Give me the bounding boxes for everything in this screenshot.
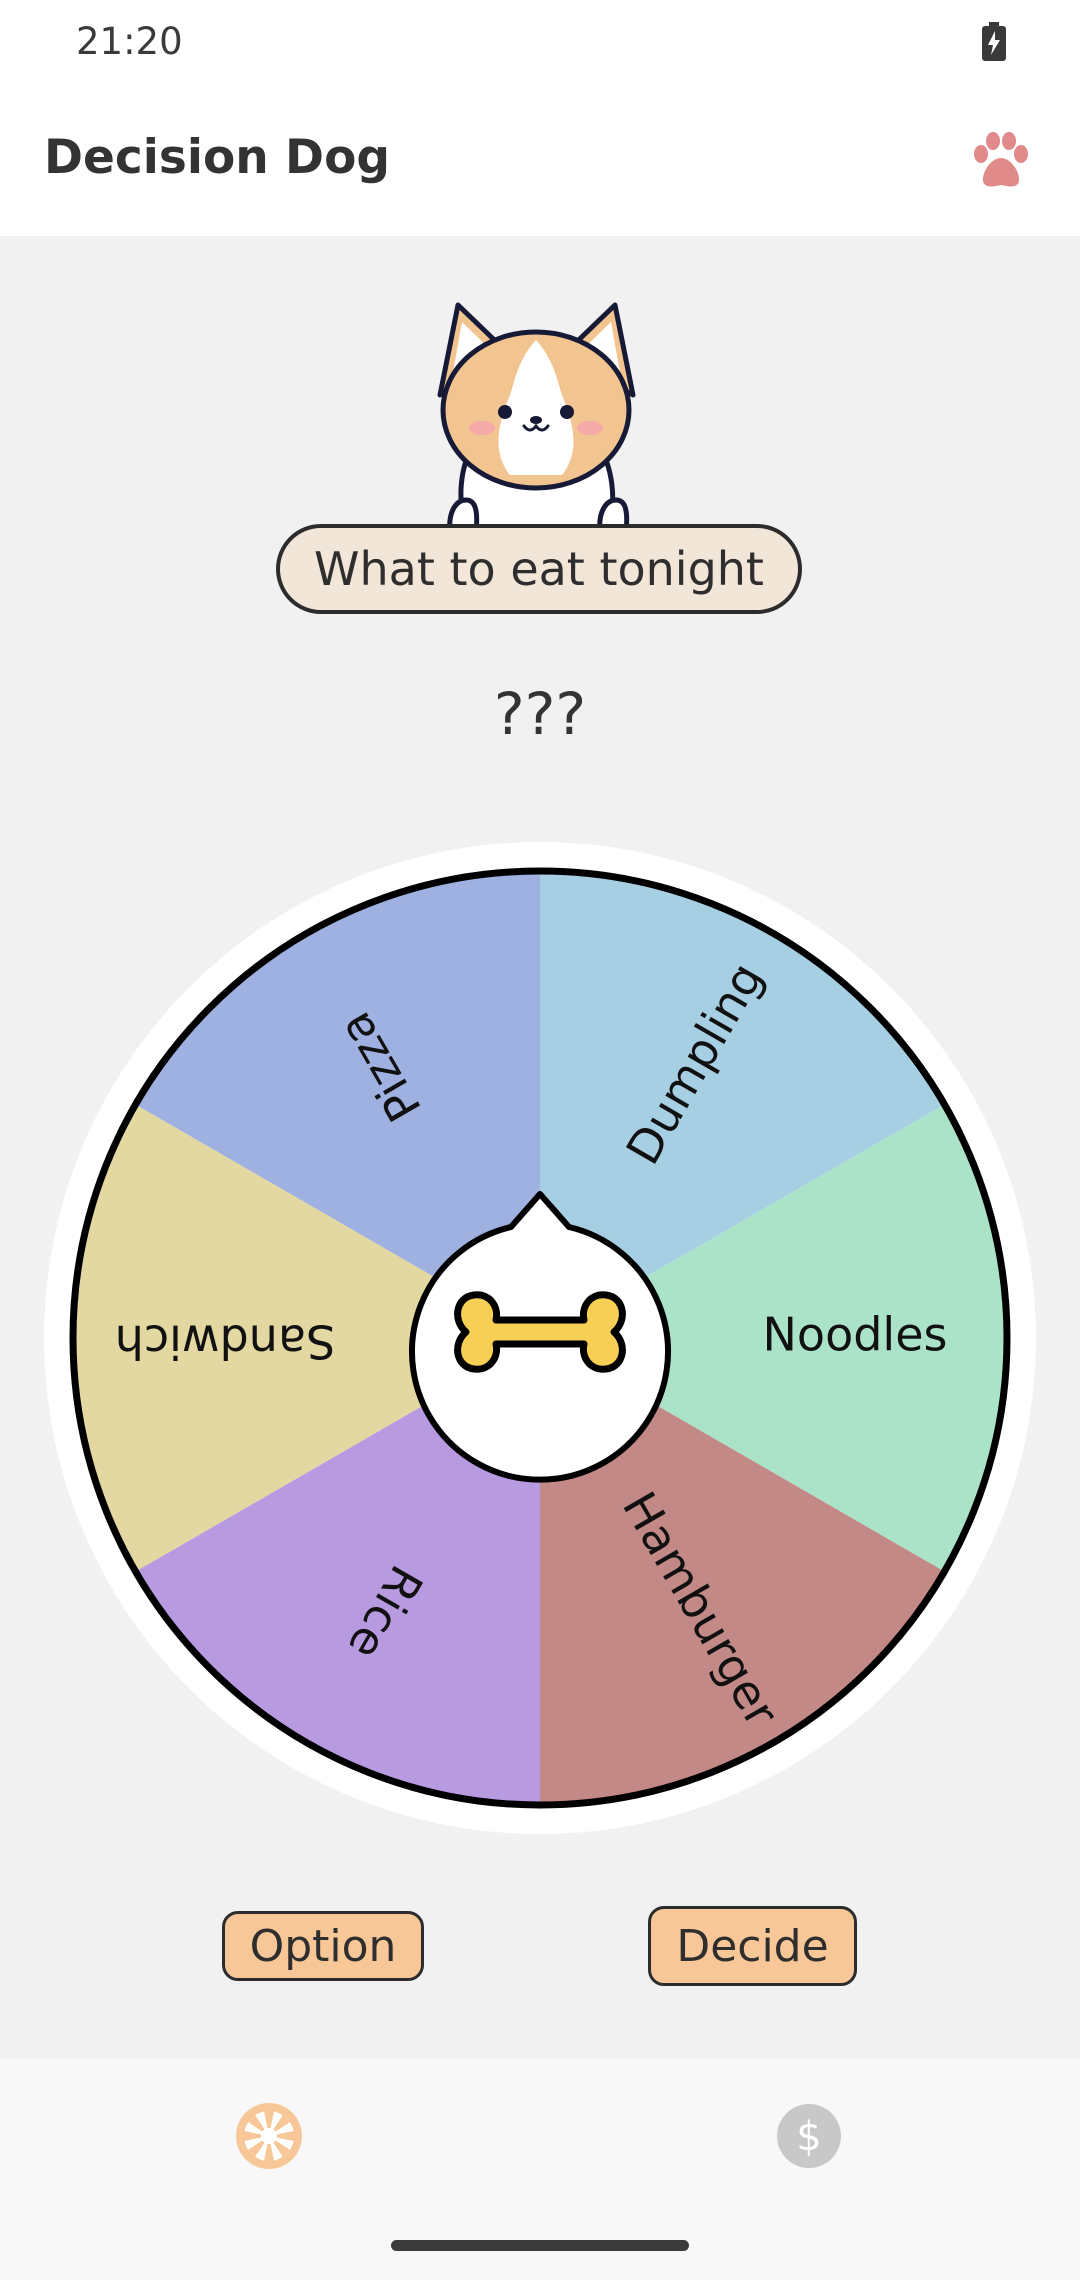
- home-indicator[interactable]: [391, 2240, 689, 2251]
- decide-button[interactable]: Decide: [648, 1906, 857, 1986]
- bottom-navigation: $: [0, 2058, 1080, 2280]
- dollar-icon[interactable]: $: [773, 2100, 845, 2172]
- paw-icon[interactable]: [969, 130, 1033, 194]
- option-button[interactable]: Option: [222, 1911, 424, 1981]
- status-bar: 21:20: [0, 0, 1080, 86]
- battery-charging-icon: [982, 22, 1006, 61]
- status-time: 21:20: [76, 20, 183, 63]
- result-text: ???: [493, 680, 587, 748]
- wheel-icon[interactable]: [233, 2100, 305, 2172]
- wheel-label-sandwich: Sandwich: [115, 1315, 336, 1369]
- app-bar: Decision Dog: [0, 86, 1080, 236]
- decision-wheel[interactable]: Dumpling Noodles Hamburger Rice Sandwich Pizz…: [44, 842, 1036, 1834]
- app-title: Decision Dog: [44, 130, 391, 185]
- question-label[interactable]: What to eat tonight: [276, 524, 802, 614]
- svg-text:$: $: [796, 2114, 821, 2160]
- corgi-illustration: [437, 302, 636, 543]
- wheel-label-noodles: Noodles: [763, 1308, 948, 1362]
